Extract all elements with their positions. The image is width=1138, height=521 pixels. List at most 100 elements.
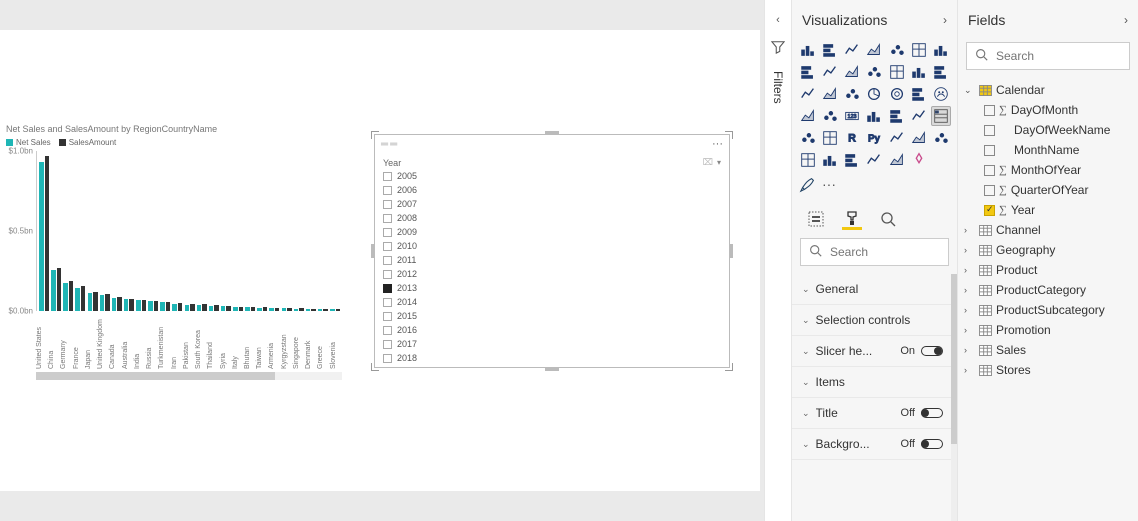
viz-type-paginated[interactable]: [798, 150, 818, 170]
chevron-right-icon[interactable]: ›: [964, 325, 974, 335]
resize-handle-bottom-left[interactable]: [371, 363, 379, 371]
resize-handle-left[interactable]: [371, 244, 374, 258]
viz-type-insights[interactable]: [887, 150, 907, 170]
viz-type-shape-map[interactable]: [820, 106, 840, 126]
bar-group[interactable]: [294, 151, 304, 311]
viz-type-line-column[interactable]: [842, 62, 862, 82]
chevron-down-icon[interactable]: ⌄: [802, 346, 810, 357]
bar[interactable]: [63, 283, 68, 311]
viz-type-stacked-bar-h[interactable]: [798, 40, 818, 60]
chevron-down-icon[interactable]: ⌄: [802, 284, 810, 295]
table-node[interactable]: ›ProductSubcategory: [962, 300, 1134, 320]
viz-type-table2[interactable]: R: [842, 128, 862, 148]
viz-type-donut[interactable]: [887, 84, 907, 104]
slicer-item[interactable]: 2006: [383, 183, 721, 197]
checkbox-icon[interactable]: [383, 284, 392, 293]
viz-type-pie[interactable]: [864, 84, 884, 104]
bar-group[interactable]: [51, 151, 61, 311]
viz-type-stacked-area[interactable]: [820, 62, 840, 82]
chevron-right-icon[interactable]: ›: [964, 305, 974, 315]
checkbox-icon[interactable]: [383, 270, 392, 279]
viz-type-100-bar-v[interactable]: [909, 40, 929, 60]
format-property-row[interactable]: ⌄Selection controls: [792, 305, 953, 336]
viz-type-matrix[interactable]: [798, 128, 818, 148]
field-row[interactable]: DayOfWeekName: [962, 120, 1134, 140]
viz-type-stacked-bar-v[interactable]: [820, 40, 840, 60]
format-property-row[interactable]: ⌄Slicer he...On: [792, 336, 953, 367]
bar[interactable]: [75, 288, 80, 311]
collapse-fields-icon[interactable]: ›: [1124, 13, 1128, 27]
field-checkbox[interactable]: [984, 165, 995, 176]
filters-pane-collapsed[interactable]: ‹ Filters: [764, 0, 792, 521]
bar[interactable]: [105, 294, 110, 311]
bar-group[interactable]: [306, 151, 316, 311]
slicer-item[interactable]: 2016: [383, 323, 721, 337]
fields-tab-icon[interactable]: [806, 208, 826, 230]
checkbox-icon[interactable]: [383, 200, 392, 209]
resize-handle-bottom-right[interactable]: [725, 363, 733, 371]
bar-group[interactable]: [318, 151, 328, 311]
bar-group[interactable]: [269, 151, 279, 311]
slicer-item[interactable]: 2007: [383, 197, 721, 211]
bar[interactable]: [51, 270, 56, 311]
field-checkbox[interactable]: [984, 125, 995, 136]
format-scrollbar[interactable]: [951, 274, 957, 521]
bar-group[interactable]: [39, 151, 49, 311]
bar[interactable]: [202, 304, 207, 311]
format-property-row[interactable]: ⌄Backgro...Off: [792, 429, 953, 460]
checkbox-icon[interactable]: [383, 298, 392, 307]
slicer-item[interactable]: 2014: [383, 295, 721, 309]
report-page[interactable]: Net Sales and SalesAmount by RegionCount…: [0, 30, 760, 491]
bar[interactable]: [160, 302, 165, 311]
slicer-item[interactable]: 2013: [383, 281, 721, 295]
expand-filters-icon[interactable]: ‹: [776, 14, 780, 26]
table-node[interactable]: ›ProductCategory: [962, 280, 1134, 300]
checkbox-icon[interactable]: [383, 186, 392, 195]
checkbox-icon[interactable]: [383, 242, 392, 251]
bar-group[interactable]: [160, 151, 170, 311]
table-node[interactable]: ›Promotion: [962, 320, 1134, 340]
field-checkbox[interactable]: [984, 145, 995, 156]
viz-type-key-influencers[interactable]: [909, 128, 929, 148]
bar-group[interactable]: [245, 151, 255, 311]
slicer-item[interactable]: 2008: [383, 211, 721, 225]
analytics-tab-icon[interactable]: [878, 208, 898, 230]
slicer-item[interactable]: 2015: [383, 309, 721, 323]
checkbox-icon[interactable]: [383, 172, 392, 181]
viz-type-treemap[interactable]: [909, 84, 929, 104]
chevron-down-icon[interactable]: ⌄: [802, 408, 810, 419]
bar-group[interactable]: [185, 151, 195, 311]
chevron-right-icon[interactable]: ›: [964, 245, 974, 255]
viz-type-gauge[interactable]: 123: [842, 106, 862, 126]
field-checkbox[interactable]: [984, 105, 995, 116]
slicer-dropdown-icon[interactable]: ▾: [717, 158, 721, 167]
viz-type-map[interactable]: [931, 84, 951, 104]
collapse-visualizations-icon[interactable]: ›: [943, 13, 947, 27]
bar[interactable]: [166, 302, 171, 311]
bar[interactable]: [45, 156, 50, 311]
chevron-down-icon[interactable]: ⌄: [802, 439, 810, 450]
format-tab-icon[interactable]: [842, 208, 862, 230]
bar[interactable]: [129, 299, 134, 311]
viz-type-custom1[interactable]: [909, 150, 929, 170]
paint-brush-visual-icon[interactable]: [798, 174, 818, 194]
chevron-down-icon[interactable]: ⌄: [802, 315, 810, 326]
viz-type-qa[interactable]: [820, 150, 840, 170]
bar[interactable]: [136, 300, 141, 311]
bar-group[interactable]: [197, 151, 207, 311]
viz-type-kpi[interactable]: [909, 106, 929, 126]
bar[interactable]: [57, 268, 62, 311]
bar[interactable]: [178, 303, 183, 311]
viz-type-r-visual[interactable]: Py: [864, 128, 884, 148]
bar-group[interactable]: [148, 151, 158, 311]
table-node[interactable]: ›Geography: [962, 240, 1134, 260]
field-row[interactable]: MonthName: [962, 140, 1134, 160]
viz-type-multi-card[interactable]: [887, 106, 907, 126]
table-node-calendar[interactable]: ⌄Calendar: [962, 80, 1134, 100]
field-checkbox[interactable]: [984, 185, 995, 196]
bar[interactable]: [124, 299, 129, 311]
checkbox-icon[interactable]: [383, 214, 392, 223]
viz-type-scatter2[interactable]: [842, 84, 862, 104]
more-options-icon[interactable]: ···: [712, 138, 723, 150]
more-visuals-icon[interactable]: ···: [822, 176, 836, 192]
